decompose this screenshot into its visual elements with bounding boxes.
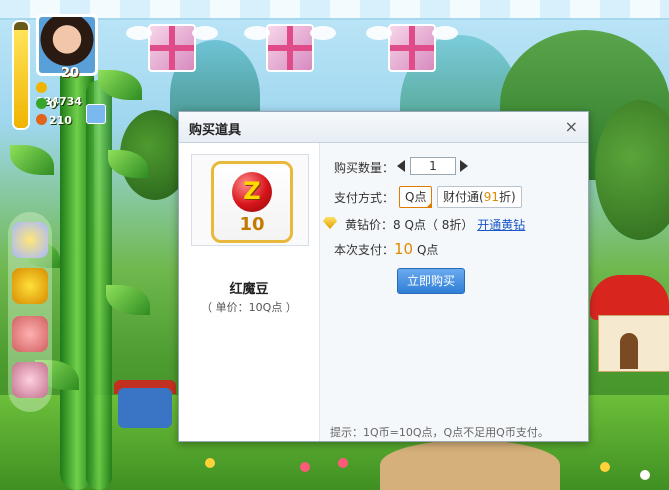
- flower-icon: [205, 458, 215, 468]
- leaf-icon: [10, 145, 54, 175]
- player-hud: 20 134734 0 210: [6, 8, 98, 130]
- flying-gift-icon[interactable]: [266, 24, 314, 72]
- flower-icon: [300, 462, 310, 472]
- quantity-decrease-icon[interactable]: [397, 160, 405, 172]
- flying-gift-icon[interactable]: [388, 24, 436, 72]
- flower-icon: [338, 458, 348, 468]
- item-name: 红魔豆: [229, 282, 269, 297]
- energy-bar: [12, 20, 30, 130]
- leaf-icon: [106, 285, 150, 315]
- harvest-tool-icon[interactable]: [12, 316, 48, 352]
- item-image: Z 10: [211, 161, 293, 243]
- fertilizer-tool-icon[interactable]: [12, 222, 48, 258]
- gift-wing-icon: [244, 26, 270, 40]
- gems-stat: 210: [36, 114, 72, 127]
- item-preview-pane: Z 10 红魔豆 （ 单价：10Q点 ）: [179, 143, 320, 441]
- selected-corner-icon: [426, 202, 433, 208]
- buy-now-button[interactable]: 立即购买: [397, 268, 465, 294]
- pay-tenpay-option[interactable]: 财付通(91折): [437, 186, 522, 208]
- payment-label: 支付方式：: [334, 191, 395, 205]
- house-roof: [590, 275, 669, 320]
- tenpay-prefix: 财付通(: [443, 190, 484, 204]
- star-tool-icon[interactable]: [12, 268, 48, 304]
- gift-wing-icon: [192, 26, 218, 40]
- quantity-input[interactable]: 1: [410, 157, 456, 175]
- close-icon[interactable]: ×: [565, 117, 578, 136]
- pay-qpoints-label: Q点: [405, 190, 427, 204]
- flower-icon: [640, 470, 650, 480]
- vip-price-value: 8 Q点（ 8折）: [393, 218, 474, 232]
- yellow-diamond-icon: [323, 217, 337, 229]
- gift-tool-icon[interactable]: [12, 362, 48, 398]
- tenpay-discount: 91: [483, 190, 499, 204]
- red-bean-icon: Z: [232, 172, 272, 212]
- tool-sidebar: [8, 212, 52, 412]
- gift-wing-icon: [432, 26, 458, 40]
- total-amount: 10: [394, 240, 414, 258]
- sky-cloud-band: [0, 0, 669, 20]
- dialog-header: 购买道具 ×: [179, 112, 588, 143]
- total-row: 本次支付：10 Q点: [334, 240, 438, 258]
- gift-wing-icon: [310, 26, 336, 40]
- quantity-label: 购买数量：: [334, 161, 395, 175]
- purchase-dialog: 购买道具 × Z 10 红魔豆 （ 单价：10Q点 ） 购买数量： 1 支付方式…: [178, 111, 589, 442]
- clovers-stat: 0: [36, 98, 57, 111]
- total-unit: Q点: [416, 243, 439, 257]
- clover-icon: [36, 98, 47, 109]
- dialog-body: Z 10 红魔豆 （ 单价：10Q点 ） 购买数量： 1 支付方式： Q点 财付…: [179, 143, 588, 441]
- flower-icon: [600, 462, 610, 472]
- item-unit-price: （ 单价：10Q点 ）: [201, 301, 297, 314]
- vip-price-label: 黄钻价：: [345, 218, 394, 232]
- item-badge-quantity: 10: [239, 214, 265, 235]
- payment-hint: 提示：1Q币=10Q点，Q点不足用Q币支付。: [330, 426, 549, 439]
- item-badge-letter: Z: [243, 177, 261, 205]
- open-vip-link[interactable]: 开通黄钻: [477, 218, 525, 232]
- flying-gift-icon[interactable]: [148, 24, 196, 72]
- tenpay-suffix: 折): [498, 190, 516, 204]
- gift-wing-icon: [366, 26, 392, 40]
- gem-icon: [36, 114, 47, 125]
- pay-qpoints-option[interactable]: Q点: [399, 186, 433, 208]
- quantity-increase-icon[interactable]: [460, 160, 468, 172]
- house-door: [620, 333, 638, 369]
- farm-house[interactable]: [590, 275, 669, 375]
- energy-bar-fill: [14, 30, 28, 128]
- total-label: 本次支付：: [334, 243, 395, 257]
- item-frame: Z 10: [191, 154, 309, 246]
- clovers-value: 0: [49, 98, 57, 111]
- gems-value: 210: [49, 114, 72, 127]
- dialog-title: 购买道具: [189, 123, 242, 138]
- gift-icon[interactable]: [86, 104, 106, 124]
- gift-wing-icon: [126, 26, 152, 40]
- coin-icon: [36, 82, 47, 93]
- leaf-icon: [108, 150, 148, 178]
- dirt-path: [380, 440, 560, 490]
- vip-price-row: 黄钻价：8 Q点（ 8折） 开通黄钻: [345, 216, 525, 233]
- player-level: 20: [61, 66, 80, 81]
